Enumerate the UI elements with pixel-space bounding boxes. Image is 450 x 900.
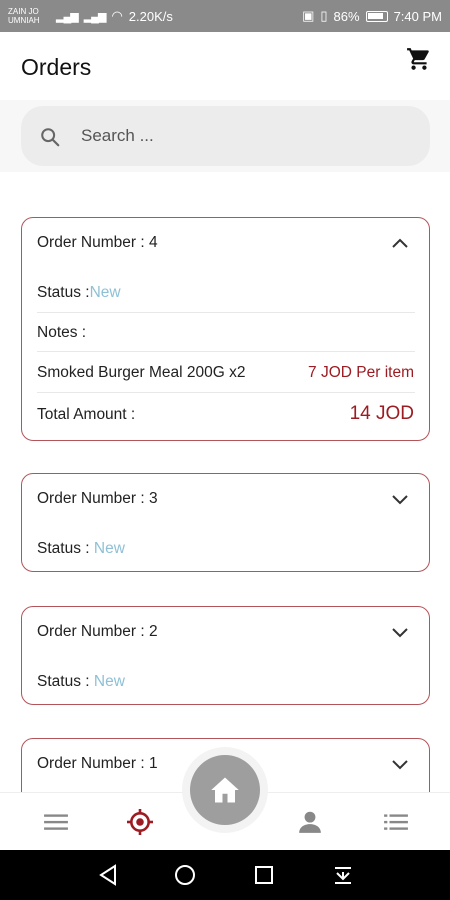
search-input[interactable] bbox=[81, 120, 401, 152]
carrier-1: ZAIN JO bbox=[8, 7, 39, 16]
order-status: Status :New bbox=[37, 284, 121, 302]
profile-icon[interactable] bbox=[297, 809, 323, 835]
nfc-icon: ▣ bbox=[302, 8, 315, 23]
divider bbox=[37, 351, 415, 352]
status-badge: New bbox=[93, 540, 125, 557]
chevron-up-icon[interactable] bbox=[391, 236, 409, 250]
divider bbox=[37, 312, 415, 313]
chevron-down-icon[interactable] bbox=[391, 625, 409, 639]
home-system-icon[interactable] bbox=[174, 864, 196, 886]
order-card-4[interactable]: Order Number : 4 Status :New Notes : Smo… bbox=[21, 217, 430, 441]
search-area bbox=[0, 100, 450, 172]
order-item-name: Smoked Burger Meal 200G x2 bbox=[37, 364, 246, 381]
notification-pull-icon[interactable] bbox=[332, 864, 354, 886]
order-card-3[interactable]: Order Number : 3 Status : New bbox=[21, 473, 430, 572]
target-icon[interactable] bbox=[127, 809, 153, 835]
status-badge: New bbox=[93, 673, 125, 690]
chevron-down-icon[interactable] bbox=[391, 492, 409, 506]
order-status: Status : New bbox=[37, 673, 125, 691]
carrier-names: ZAIN JO UMNIAH bbox=[8, 7, 50, 25]
page-title: Orders bbox=[21, 54, 92, 80]
status-label: Status : bbox=[37, 673, 90, 690]
order-card-2[interactable]: Order Number : 2 Status : New bbox=[21, 606, 430, 705]
vibrate-icon: ▯ bbox=[320, 8, 328, 23]
recents-icon[interactable] bbox=[253, 864, 275, 886]
cart-icon[interactable] bbox=[406, 46, 432, 72]
signal-2-icon: ▂▄▆ bbox=[83, 10, 107, 23]
order-number: Order Number : 2 bbox=[37, 623, 158, 640]
clock: 7:40 PM bbox=[393, 8, 442, 24]
status-label: Status : bbox=[37, 540, 90, 557]
order-number: Order Number : 1 bbox=[37, 755, 158, 772]
battery-icon bbox=[365, 10, 388, 22]
total-label: Total Amount : bbox=[37, 406, 136, 423]
chevron-down-icon[interactable] bbox=[391, 757, 409, 771]
carrier-2: UMNIAH bbox=[8, 16, 40, 25]
network-speed: 2.20K/s bbox=[128, 8, 173, 24]
order-item-price: 7 JOD Per item bbox=[308, 364, 414, 381]
list-icon[interactable] bbox=[383, 809, 409, 835]
search-icon bbox=[41, 128, 60, 147]
back-icon[interactable] bbox=[97, 864, 119, 886]
order-number: Order Number : 3 bbox=[37, 490, 158, 507]
signal-icon: ▂▄▆ bbox=[56, 10, 79, 23]
divider bbox=[37, 392, 415, 393]
battery-percent: 86% bbox=[333, 8, 360, 24]
wifi-icon: ◠ bbox=[111, 8, 123, 23]
home-icon bbox=[211, 777, 239, 803]
order-status: Status : New bbox=[37, 540, 125, 558]
status-badge: New bbox=[89, 284, 121, 301]
app-header: Orders bbox=[0, 32, 450, 100]
search-bar[interactable] bbox=[21, 106, 430, 166]
status-bar: ZAIN JO UMNIAH ▂▄▆ ▂▄▆ ◠ 2.20K/s ▣ ▯ 86%… bbox=[0, 0, 450, 32]
system-nav-bar bbox=[0, 850, 450, 900]
status-label: Status : bbox=[37, 284, 90, 301]
order-notes: Notes : bbox=[37, 324, 87, 341]
orders-list: Order Number : 4 Status :New Notes : Smo… bbox=[0, 172, 450, 792]
total-value: 14 JOD bbox=[349, 403, 414, 424]
home-button[interactable] bbox=[190, 755, 260, 825]
menu-icon[interactable] bbox=[43, 809, 69, 835]
order-number: Order Number : 4 bbox=[37, 234, 158, 251]
